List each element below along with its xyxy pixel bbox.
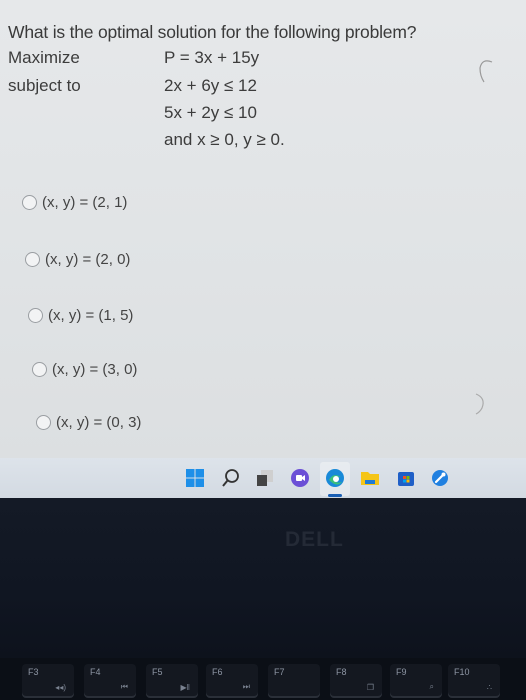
option-label: (x, y) = (2, 1) — [42, 194, 128, 211]
settings-icon[interactable] — [430, 468, 450, 488]
option-1[interactable]: (x, y) = (2, 1) — [22, 194, 127, 211]
constraint-2: 5x + 2y ≤ 10 — [164, 103, 257, 122]
backlight-icon: ∴ — [486, 683, 492, 692]
key-f6[interactable]: F6 ⏭ — [206, 664, 258, 698]
key-f9[interactable]: F9 ⌕ — [390, 664, 442, 698]
pen-mark — [479, 60, 493, 83]
key-f10[interactable]: F10 ∴ — [448, 664, 500, 698]
option-2[interactable]: (x, y) = (2, 0) — [25, 251, 130, 268]
start-icon[interactable] — [185, 468, 205, 488]
key-label: F7 — [274, 667, 285, 677]
edge-icon[interactable] — [325, 468, 345, 488]
volume-icon: ◂◂) — [55, 683, 66, 692]
option-label: (x, y) = (3, 0) — [52, 361, 138, 378]
key-label: F6 — [212, 667, 223, 677]
constraint-1: 2x + 6y ≤ 12 — [164, 76, 257, 95]
store-icon[interactable] — [396, 468, 416, 488]
radio-button[interactable] — [22, 195, 37, 210]
radio-button[interactable] — [36, 415, 51, 430]
key-label: F9 — [396, 667, 407, 677]
key-label: F3 — [28, 667, 39, 677]
screen: What is the optimal solution for the fol… — [0, 0, 526, 458]
taskbar — [0, 458, 526, 498]
dell-logo: DELL — [285, 528, 344, 551]
play-pause-icon: ▶‖ — [180, 683, 190, 692]
objective-label: Maximize — [8, 48, 80, 67]
next-track-icon: ⏭ — [242, 682, 250, 691]
key-label: F5 — [152, 667, 163, 677]
laptop-bezel: DELL — [0, 498, 526, 658]
search-icon[interactable] — [221, 468, 241, 488]
option-3[interactable]: (x, y) = (1, 5) — [28, 307, 133, 324]
chat-icon[interactable] — [290, 468, 310, 488]
option-4[interactable]: (x, y) = (3, 0) — [32, 361, 137, 378]
constraint-nonnegativity: and x ≥ 0, y ≥ 0. — [164, 130, 285, 149]
question-title: What is the optimal solution for the fol… — [8, 22, 417, 42]
file-explorer-icon[interactable] — [360, 468, 380, 488]
display-switch-icon: ❐ — [366, 683, 374, 692]
key-label: F10 — [454, 667, 470, 677]
key-f8[interactable]: F8 ❐ — [330, 664, 382, 698]
option-label: (x, y) = (2, 0) — [45, 251, 131, 268]
constraints-label: subject to — [8, 76, 81, 95]
pen-mark — [475, 393, 484, 415]
key-f7[interactable]: F7 — [268, 664, 320, 698]
search-key-icon: ⌕ — [429, 682, 434, 691]
radio-button[interactable] — [25, 252, 40, 267]
option-label: (x, y) = (1, 5) — [48, 307, 134, 324]
radio-button[interactable] — [28, 308, 43, 323]
option-5[interactable]: (x, y) = (0, 3) — [36, 414, 141, 431]
objective-function: P = 3x + 15y — [164, 48, 260, 67]
option-label: (x, y) = (0, 3) — [56, 414, 142, 431]
key-f5[interactable]: F5 ▶‖ — [146, 664, 198, 698]
previous-track-icon: ⏮ — [120, 682, 128, 691]
key-f4[interactable]: F4 ⏮ — [84, 664, 136, 698]
task-view-icon[interactable] — [255, 468, 275, 488]
radio-button[interactable] — [32, 362, 47, 377]
keyboard-function-row: F3 ◂◂) F4 ⏮ F5 ▶‖ F6 ⏭ F7 F8 ❐ F9 ⌕ F10 ∴ — [0, 658, 526, 700]
active-indicator — [328, 494, 342, 497]
key-f3[interactable]: F3 ◂◂) — [22, 664, 74, 698]
key-label: F8 — [336, 667, 347, 677]
key-label: F4 — [90, 667, 101, 677]
